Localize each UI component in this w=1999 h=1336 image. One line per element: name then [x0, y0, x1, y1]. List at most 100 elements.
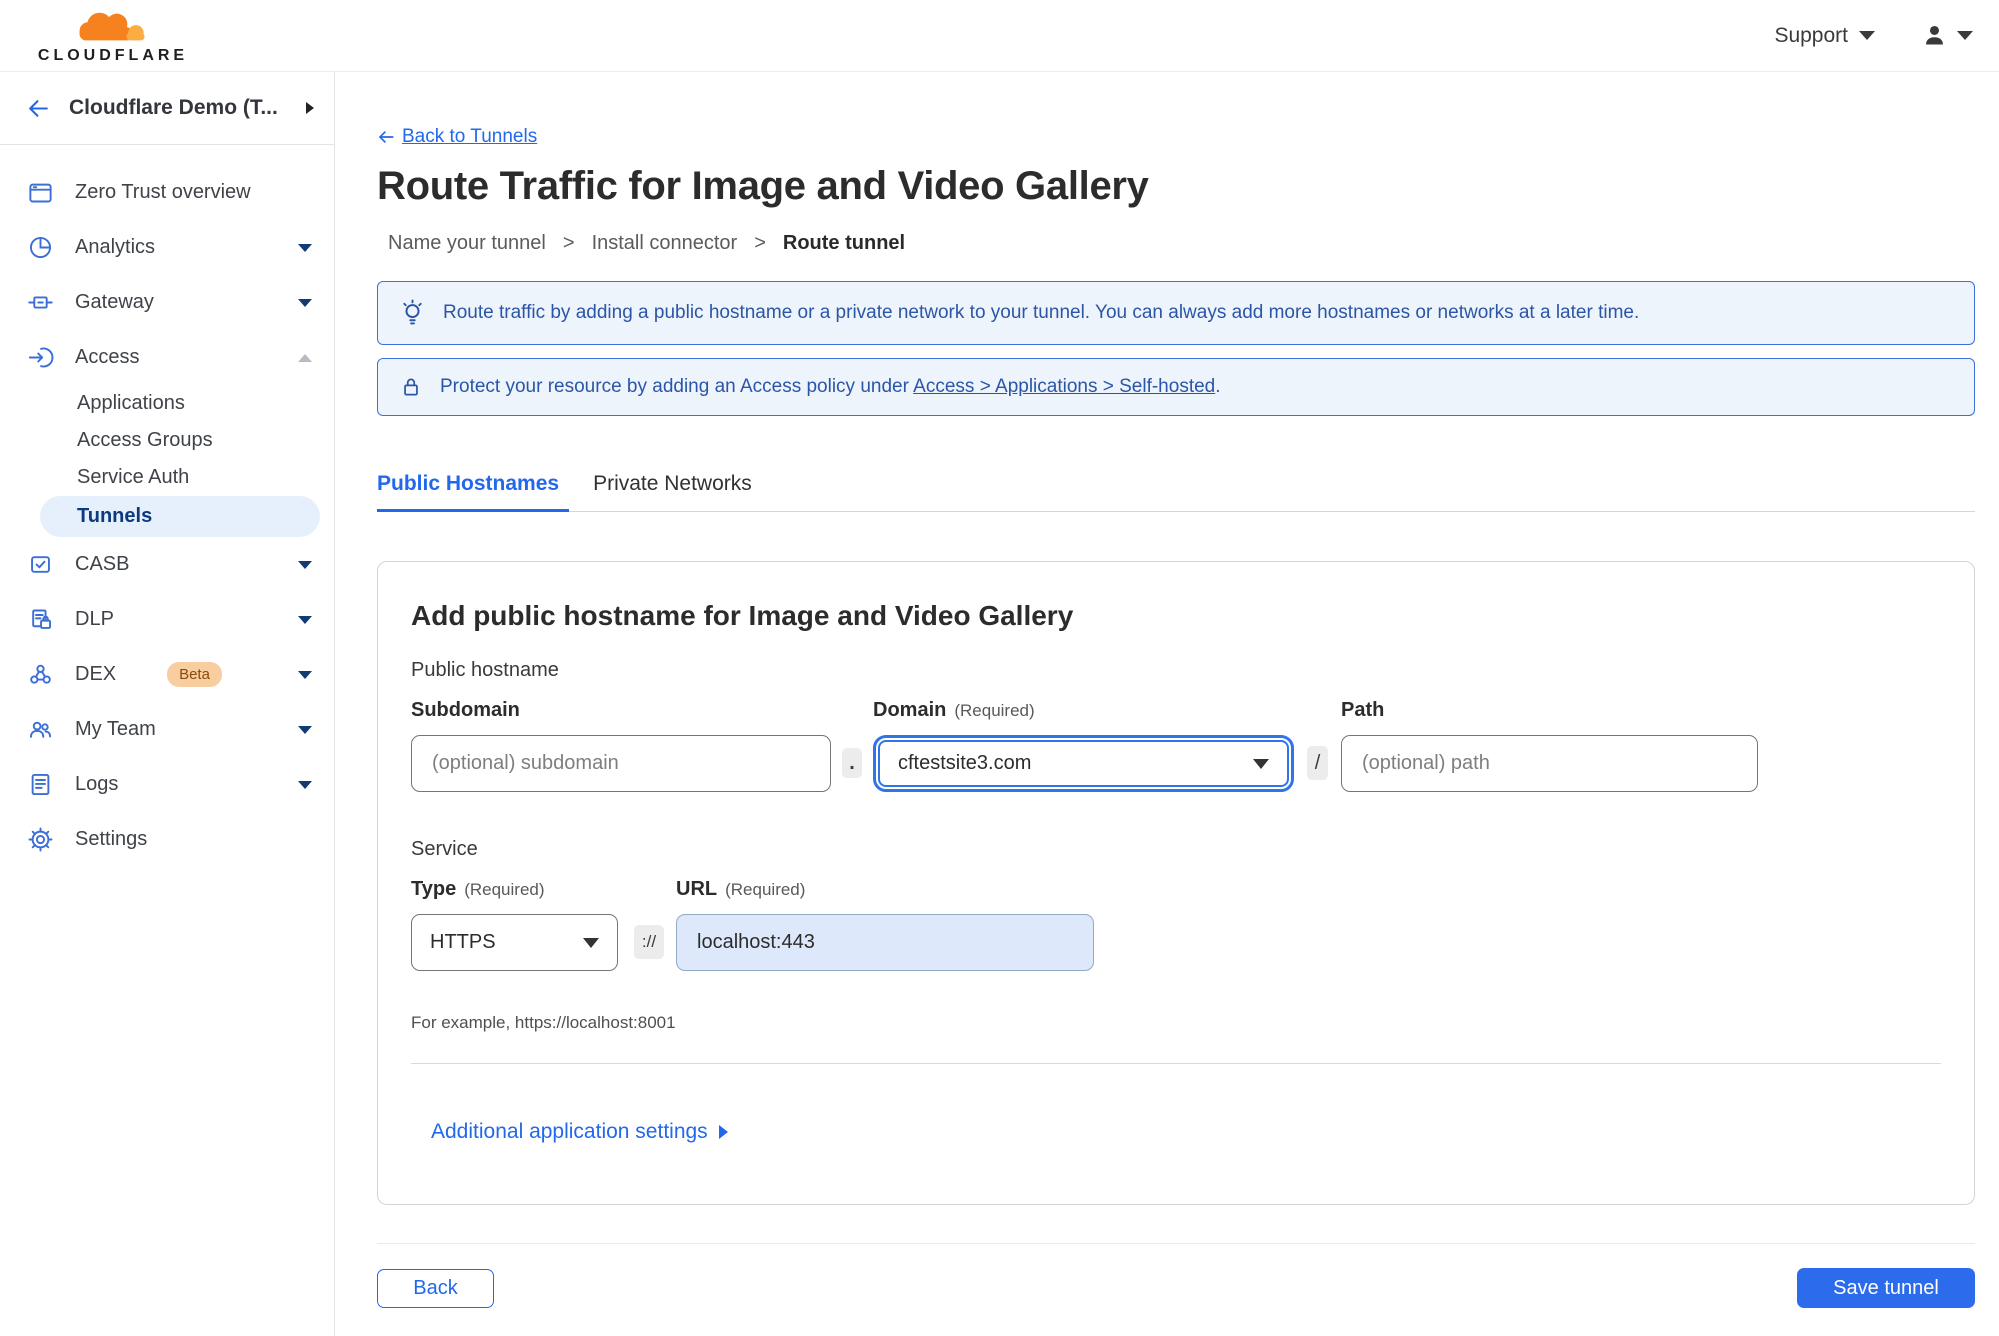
- chevron-down-icon: [298, 560, 312, 569]
- chevron-down-icon: [1253, 758, 1269, 769]
- subdomain-field: Subdomain: [411, 699, 831, 792]
- chevron-down-icon: [298, 243, 312, 252]
- sidebar-item-logs[interactable]: Logs: [0, 757, 334, 812]
- support-label: Support: [1774, 23, 1848, 47]
- path-label: Path: [1341, 699, 1385, 721]
- sidebar-item-dlp[interactable]: DLP: [0, 592, 334, 647]
- breadcrumb: Name your tunnel > Install connector > R…: [388, 232, 1975, 255]
- expand-right-icon: [718, 1125, 728, 1139]
- service-fields-row: Type (Required) HTTPS :// URL (Required): [411, 878, 1941, 971]
- footer-actions: Back Save tunnel: [377, 1268, 1975, 1308]
- sidebar-item-casb[interactable]: CASB: [0, 537, 334, 592]
- back-button[interactable]: Back: [377, 1268, 494, 1308]
- chevron-down-icon: [1859, 31, 1875, 40]
- sidebar-item-access[interactable]: Access: [0, 330, 334, 385]
- tab-public-hostnames[interactable]: Public Hostnames: [377, 472, 570, 512]
- app-root: CLOUDFLARE Support Cloudflare Demo (T...: [0, 0, 1999, 1336]
- dex-icon: [27, 661, 54, 688]
- additional-application-settings-toggle[interactable]: Additional application settings: [431, 1120, 728, 1144]
- sidebar-item-settings[interactable]: Settings: [0, 812, 334, 867]
- sidebar-item-applications[interactable]: Applications: [0, 385, 334, 422]
- main-content: Back to Tunnels Route Traffic for Image …: [335, 72, 1999, 1336]
- gateway-icon: [27, 289, 54, 316]
- info-banner: Route traffic by adding a public hostnam…: [377, 281, 1975, 345]
- type-required-hint: (Required): [464, 880, 545, 899]
- tab-private-networks[interactable]: Private Networks: [583, 472, 762, 511]
- breadcrumb-separator: >: [754, 232, 766, 254]
- chevron-down-icon: [298, 725, 312, 734]
- protect-banner-text: Protect your resource by adding an Acces…: [440, 376, 1221, 397]
- footer-divider: [377, 1243, 1975, 1244]
- save-tunnel-button[interactable]: Save tunnel: [1797, 1268, 1975, 1308]
- access-applications-self-hosted-link[interactable]: Access > Applications > Self-hosted: [913, 376, 1215, 397]
- tab-bar: Public Hostnames Private Networks: [377, 472, 1975, 512]
- logs-icon: [27, 771, 54, 798]
- back-arrow-icon[interactable]: [26, 96, 51, 121]
- casb-icon: [27, 551, 54, 578]
- cloudflare-wordmark: CLOUDFLARE: [37, 47, 189, 64]
- service-type-value: HTTPS: [430, 931, 496, 953]
- url-label: URL: [676, 878, 718, 900]
- type-label: Type: [411, 878, 457, 900]
- sidebar-item-my-team[interactable]: My Team: [0, 702, 334, 757]
- service-type-select[interactable]: HTTPS: [411, 914, 618, 971]
- expand-right-icon[interactable]: [306, 102, 314, 114]
- sidebar-item-access-groups[interactable]: Access Groups: [0, 422, 334, 459]
- domain-select-focus-ring: cftestsite3.com: [873, 735, 1294, 792]
- sidebar-item-tunnels[interactable]: Tunnels: [40, 496, 320, 537]
- domain-label: Domain: [873, 699, 947, 721]
- protect-banner: Protect your resource by adding an Acces…: [377, 358, 1975, 416]
- access-icon: [27, 344, 54, 371]
- lightbulb-icon: [403, 298, 422, 324]
- info-banner-text: Route traffic by adding a public hostnam…: [443, 302, 1640, 323]
- type-field: Type (Required) HTTPS: [411, 878, 618, 971]
- slash-separator: /: [1307, 746, 1328, 780]
- domain-required-hint: (Required): [954, 701, 1035, 720]
- hostname-fields-row: Subdomain . Domain (Required) cftestsite3…: [411, 699, 1941, 792]
- card-divider: [411, 1063, 1941, 1064]
- chevron-down-icon: [298, 670, 313, 679]
- url-required-hint: (Required): [725, 880, 806, 899]
- dlp-icon: [27, 606, 54, 633]
- subdomain-label: Subdomain: [411, 699, 520, 721]
- sidebar-nav: Zero Trust overview Analytics Gateway Ac…: [0, 145, 334, 867]
- url-field: URL (Required): [676, 878, 1094, 971]
- domain-select[interactable]: cftestsite3.com: [878, 740, 1289, 787]
- team-icon: [27, 716, 54, 743]
- cloudflare-cloud-icon: [79, 12, 145, 41]
- breadcrumb-separator: >: [562, 232, 575, 254]
- dot-separator: .: [842, 748, 862, 778]
- user-menu[interactable]: [1921, 22, 1973, 49]
- gear-icon: [27, 826, 54, 853]
- scheme-separator: ://: [634, 925, 664, 959]
- support-menu[interactable]: Support: [1774, 24, 1875, 48]
- sidebar: Cloudflare Demo (T... Zero Trust overvie…: [0, 72, 335, 1336]
- step-route-tunnel: Route tunnel: [782, 232, 906, 254]
- beta-badge: Beta: [167, 662, 222, 687]
- chevron-up-icon: [298, 353, 312, 362]
- public-hostname-card: Add public hostname for Image and Video …: [377, 561, 1975, 1205]
- sidebar-item-service-auth[interactable]: Service Auth: [0, 459, 334, 496]
- url-example-hint: For example, https://localhost:8001: [411, 1013, 676, 1032]
- user-icon: [1926, 25, 1943, 45]
- chevron-down-icon: [1957, 31, 1973, 40]
- step-name-your-tunnel[interactable]: Name your tunnel: [388, 232, 546, 255]
- card-heading: Add public hostname for Image and Video …: [411, 600, 1074, 631]
- domain-field: Domain (Required) cftestsite3.com: [873, 699, 1294, 792]
- step-install-connector[interactable]: Install connector: [592, 232, 738, 255]
- cloudflare-logo[interactable]: CLOUDFLARE: [22, 6, 204, 65]
- path-input[interactable]: [1341, 735, 1758, 792]
- public-hostname-label: Public hostname: [411, 659, 559, 681]
- subdomain-input[interactable]: [411, 735, 831, 792]
- sidebar-item-dex[interactable]: DEX Beta: [0, 647, 334, 702]
- sidebar-account-header: Cloudflare Demo (T...: [0, 72, 334, 145]
- url-input[interactable]: [676, 914, 1094, 971]
- sidebar-item-gateway[interactable]: Gateway: [0, 275, 334, 330]
- sidebar-item-zero-trust-overview[interactable]: Zero Trust overview: [0, 165, 334, 220]
- sidebar-item-analytics[interactable]: Analytics: [0, 220, 334, 275]
- domain-select-value: cftestsite3.com: [898, 752, 1032, 774]
- back-to-tunnels-link[interactable]: Back to Tunnels: [377, 126, 537, 148]
- account-name: Cloudflare Demo (T...: [69, 96, 278, 119]
- page-title: Route Traffic for Image and Video Galler…: [377, 164, 1149, 208]
- analytics-icon: [27, 234, 54, 261]
